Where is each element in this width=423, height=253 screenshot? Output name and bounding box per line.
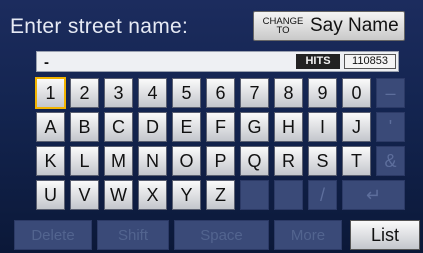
key-v[interactable]: V (70, 180, 99, 210)
key-ampersand: & (376, 146, 405, 176)
key-blank-1 (240, 180, 269, 210)
key-m[interactable]: M (104, 146, 133, 176)
key-t[interactable]: T (342, 146, 371, 176)
key-f[interactable]: F (206, 112, 235, 142)
key-o[interactable]: O (172, 146, 201, 176)
key-c[interactable]: C (104, 112, 133, 142)
key-r[interactable]: R (274, 146, 303, 176)
key-dash: – (376, 78, 405, 108)
say-name-label: Say Name (310, 15, 399, 36)
key-n[interactable]: N (138, 146, 167, 176)
key-1[interactable]: 1 (35, 77, 66, 109)
street-name-entry-screen: Enter street name: CHANGE TO Say Name - … (0, 0, 423, 253)
key-3[interactable]: 3 (104, 78, 133, 108)
key-apostrophe: ' (376, 112, 405, 142)
key-7[interactable]: 7 (240, 78, 269, 108)
page-title: Enter street name: (10, 15, 189, 38)
change-to-say-name-button[interactable]: CHANGE TO Say Name (253, 11, 405, 41)
key-h[interactable]: H (274, 112, 303, 142)
key-i[interactable]: I (308, 112, 337, 142)
key-5[interactable]: 5 (172, 78, 201, 108)
shift-button: Shift (97, 220, 169, 250)
key-9[interactable]: 9 (308, 78, 337, 108)
key-u[interactable]: U (36, 180, 65, 210)
space-button: Space (174, 220, 269, 250)
key-j[interactable]: J (342, 112, 371, 142)
street-name-input[interactable]: - HITS 110853 (36, 51, 399, 72)
key-k[interactable]: K (36, 146, 65, 176)
delete-button: Delete (14, 220, 92, 250)
key-a[interactable]: A (36, 112, 65, 142)
entry-value: - (44, 54, 49, 71)
key-6[interactable]: 6 (206, 78, 235, 108)
more-button: More (274, 220, 342, 250)
key-w[interactable]: W (104, 180, 133, 210)
key-e[interactable]: E (172, 112, 201, 142)
key-s[interactable]: S (308, 146, 337, 176)
key-p[interactable]: P (206, 146, 235, 176)
hits-count: 110853 (344, 54, 396, 69)
key-8[interactable]: 8 (274, 78, 303, 108)
key-y[interactable]: Y (172, 180, 201, 210)
key-q[interactable]: Q (240, 146, 269, 176)
to-label: TO (276, 25, 290, 36)
key-d[interactable]: D (138, 112, 167, 142)
key-g[interactable]: G (240, 112, 269, 142)
key-2[interactable]: 2 (70, 78, 99, 108)
key-0[interactable]: 0 (342, 78, 371, 108)
key-slash: / (308, 180, 337, 210)
key-x[interactable]: X (138, 180, 167, 210)
list-button[interactable]: List (350, 220, 420, 250)
key-l[interactable]: L (70, 146, 99, 176)
hits-label: HITS (296, 54, 340, 69)
key-z[interactable]: Z (206, 180, 235, 210)
key-b[interactable]: B (70, 112, 99, 142)
key-4[interactable]: 4 (138, 78, 167, 108)
enter-icon: ↵ (342, 180, 405, 210)
change-to-label: CHANGE TO (259, 17, 307, 36)
key-blank-2 (274, 180, 303, 210)
